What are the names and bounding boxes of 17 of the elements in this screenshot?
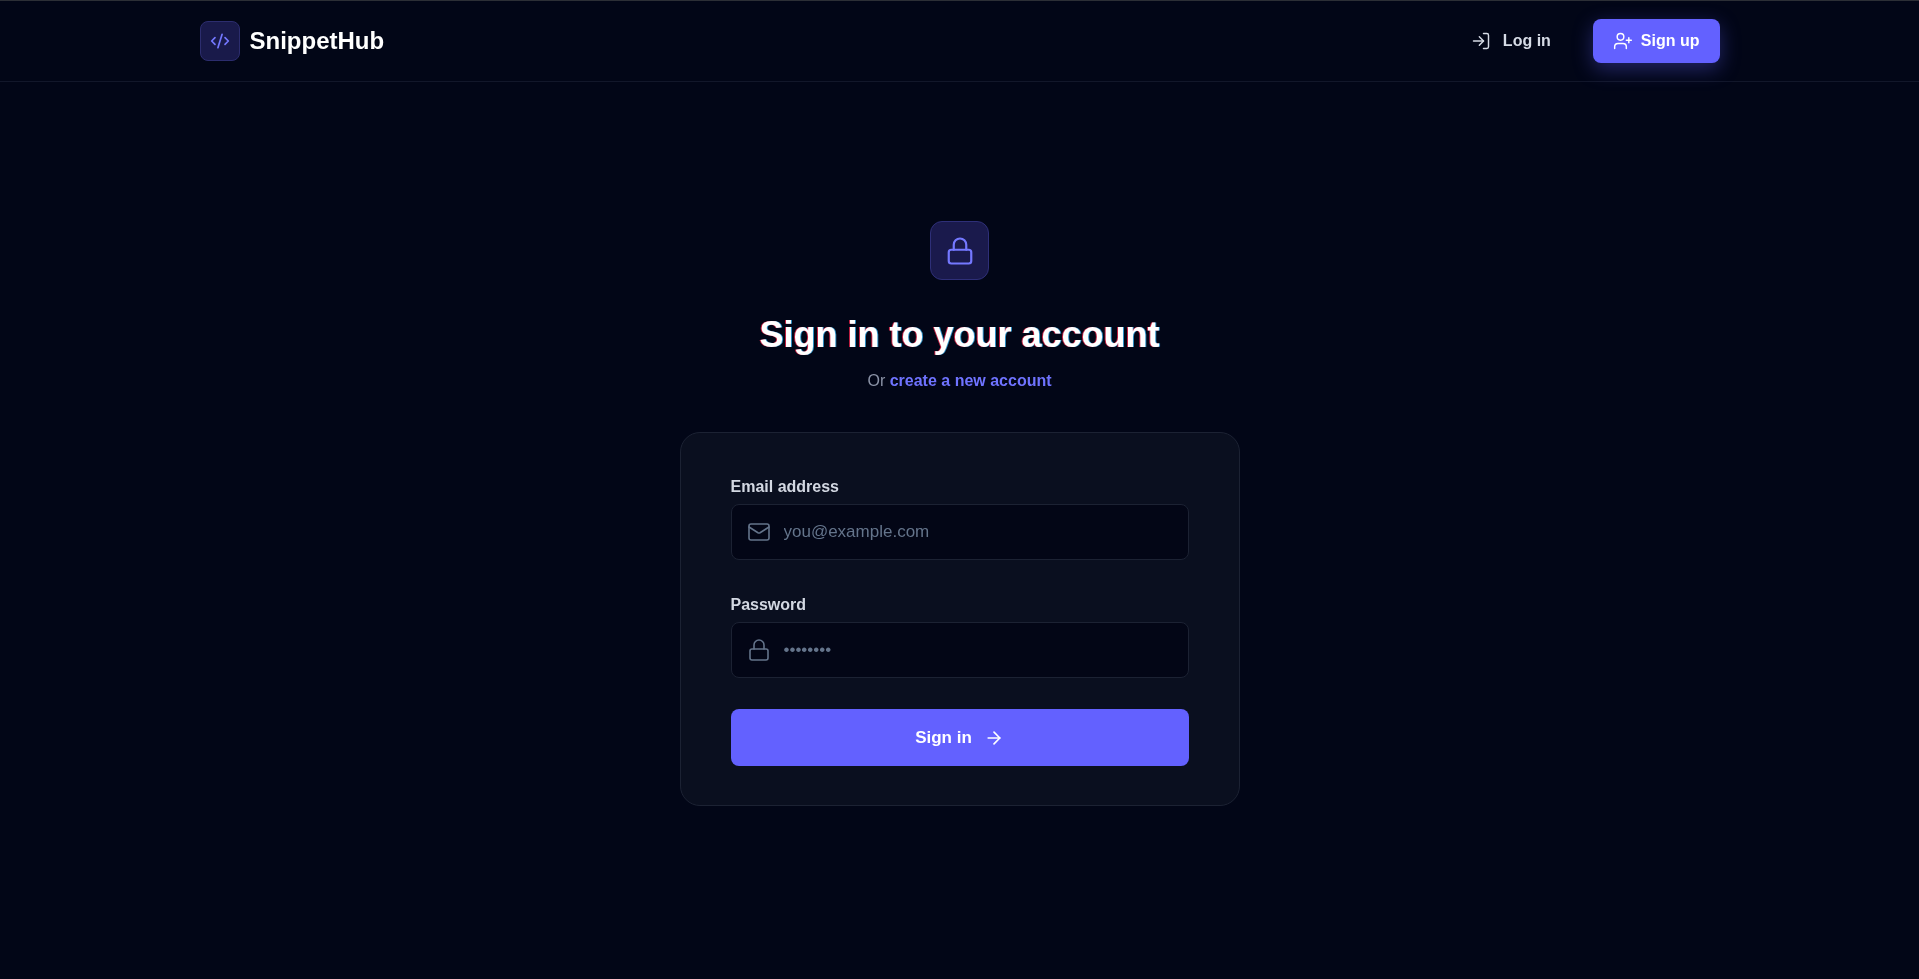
user-plus-icon [1612, 31, 1633, 51]
app-name[interactable]: SnippetHub [249, 23, 385, 59]
field-label: Email address [730, 477, 839, 497]
create-account-link[interactable]: create a new account [889, 372, 1052, 389]
login-link[interactable]: Log in [1462, 21, 1559, 61]
lock-icon [930, 221, 989, 280]
signup-button[interactable]: Sign up [1592, 19, 1720, 63]
email-field[interactable]: you@example.com [730, 504, 1189, 560]
page-title: Sign in to your account [759, 315, 1160, 355]
signin-button[interactable]: Sign in [730, 709, 1189, 766]
password-field[interactable]: •••••••• [730, 622, 1189, 678]
field-label: Password [730, 595, 807, 615]
mail-icon [746, 520, 771, 544]
code-icon [199, 21, 240, 61]
subtitle-text: Or create a new account [867, 371, 1052, 391]
login-icon [1470, 31, 1491, 51]
lock-icon [746, 638, 771, 662]
